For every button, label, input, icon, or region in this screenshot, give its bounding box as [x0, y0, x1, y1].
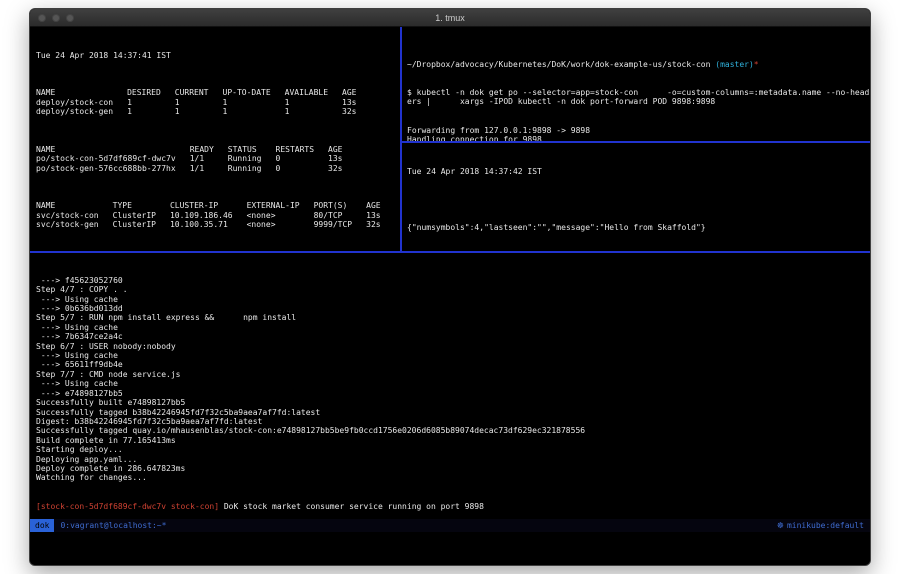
table-cell: deploy/stock-con: [36, 98, 127, 107]
table-header-cell: DESIRED: [127, 88, 175, 97]
table-cell: 1: [223, 107, 285, 116]
table-cell: 13s: [366, 211, 394, 220]
table-header-cell: AGE: [328, 145, 356, 154]
blank-line: [407, 195, 867, 204]
table-cell: 1: [223, 98, 285, 107]
terminal-window: 1. tmux Tue 24 Apr 2018 14:37:41 IST NAM…: [29, 8, 871, 566]
table-header-cell: AGE: [342, 88, 370, 97]
table-cell: ClusterIP: [113, 220, 170, 229]
table-cell: ClusterIP: [113, 211, 170, 220]
table-cell: 9999/TCP: [314, 220, 367, 229]
table-row: po/stock-con-5d7df689cf-dwc7v1/1Running0…: [36, 154, 356, 163]
status-right: ☸ minikube:default: [777, 519, 864, 532]
services-table: NAMETYPECLUSTER-IPEXTERNAL-IPPORT(S)AGEs…: [36, 201, 395, 229]
http-response: {"numsymbols":4,"lastseen":"","message":…: [407, 223, 867, 232]
table-cell: 0: [276, 154, 329, 163]
git-branch: (master): [710, 60, 753, 69]
table-header-row: NAMEDESIREDCURRENTUP-TO-DATEAVAILABLEAGE: [36, 88, 370, 97]
table-header-cell: TYPE: [113, 201, 170, 210]
table-cell: 1/1: [190, 164, 228, 173]
table-header-cell: CLUSTER-IP: [170, 201, 247, 210]
table-cell: 13s: [342, 98, 370, 107]
prompt-path: ~/Dropbox/advocacy/Kubernetes/DoK/work/d…: [407, 60, 710, 69]
port-forward-output: Forwarding from 127.0.0.1:9898 -> 9898 H…: [407, 126, 867, 141]
table-cell: po/stock-con-5d7df689cf-dwc7v: [36, 154, 190, 163]
session-name: dok: [30, 519, 54, 532]
timestamp: Tue 24 Apr 2018 14:37:42 IST: [407, 167, 867, 176]
log-line: [stock-con-5d7df689cf-dwc7v stock-con] D…: [36, 502, 864, 511]
table-cell: deploy/stock-gen: [36, 107, 127, 116]
table-header-cell: AVAILABLE: [285, 88, 342, 97]
table-cell: Running: [228, 164, 276, 173]
pane-curl-watch[interactable]: Tue 24 Apr 2018 14:37:42 IST {"numsymbol…: [402, 143, 870, 251]
table-cell: svc/stock-con: [36, 211, 113, 220]
terminal-content: Tue 24 Apr 2018 14:37:41 IST NAMEDESIRED…: [30, 27, 870, 566]
table-cell: svc/stock-gen: [36, 220, 113, 229]
zoom-button[interactable]: [66, 14, 74, 22]
table-row: deploy/stock-gen111132s: [36, 107, 370, 116]
table-cell: 1: [285, 107, 342, 116]
table-header-row: NAMEREADYSTATUSRESTARTSAGE: [36, 145, 356, 154]
pods-table: NAMEREADYSTATUSRESTARTSAGEpo/stock-con-5…: [36, 145, 356, 173]
table-cell: po/stock-gen-576cc688bb-277hx: [36, 164, 190, 173]
kubernetes-helm-icon: ☸: [777, 519, 784, 532]
close-button[interactable]: [38, 14, 46, 22]
pod-prefix: [stock-con-5d7df689cf-dwc7v stock-con]: [36, 502, 219, 511]
table-cell: 1: [127, 107, 175, 116]
command-text: $ kubectl -n dok get po --selector=app=s…: [407, 88, 867, 107]
table-cell: <none>: [247, 220, 314, 229]
table-header-cell: PORT(S): [314, 201, 367, 210]
pane-port-forward[interactable]: ~/Dropbox/advocacy/Kubernetes/DoK/work/d…: [402, 27, 870, 141]
table-cell: 32s: [328, 164, 356, 173]
table-cell: 1/1: [190, 154, 228, 163]
table-cell: 32s: [366, 220, 394, 229]
table-header-cell: CURRENT: [175, 88, 223, 97]
table-cell: 80/TCP: [314, 211, 367, 220]
table-cell: 10.109.186.46: [170, 211, 247, 220]
table-cell: 32s: [342, 107, 370, 116]
tmux-status-bar: dok 0:vagrant@localhost:~* ☸ minikube:de…: [30, 519, 870, 532]
window-titlebar[interactable]: 1. tmux: [30, 9, 870, 27]
table-header-cell: NAME: [36, 88, 127, 97]
table-cell: 1: [127, 98, 175, 107]
pane-kubectl-watch[interactable]: Tue 24 Apr 2018 14:37:41 IST NAMEDESIRED…: [30, 27, 400, 251]
window-label[interactable]: 0:vagrant@localhost:~*: [60, 519, 166, 532]
table-cell: Running: [228, 154, 276, 163]
table-header-cell: EXTERNAL-IP: [247, 201, 314, 210]
table-cell: 1: [285, 98, 342, 107]
timestamp: Tue 24 Apr 2018 14:37:41 IST: [36, 51, 394, 60]
table-header-cell: AGE: [366, 201, 394, 210]
table-cell: 1: [175, 98, 223, 107]
minimize-button[interactable]: [52, 14, 60, 22]
table-header-cell: NAME: [36, 145, 190, 154]
table-cell: 0: [276, 164, 329, 173]
table-row: svc/stock-genClusterIP10.100.35.71<none>…: [36, 220, 395, 229]
table-row: po/stock-gen-576cc688bb-277hx1/1Running0…: [36, 164, 356, 173]
table-header-cell: STATUS: [228, 145, 276, 154]
table-cell: <none>: [247, 211, 314, 220]
pane-skaffold[interactable]: ---> f45623052760 Step 4/7 : COPY . . --…: [30, 253, 870, 519]
shell-prompt: ~/Dropbox/advocacy/Kubernetes/DoK/work/d…: [407, 60, 867, 69]
table-header-row: NAMETYPECLUSTER-IPEXTERNAL-IPPORT(S)AGE: [36, 201, 395, 210]
table-cell: 13s: [328, 154, 356, 163]
build-output: ---> f45623052760 Step 4/7 : COPY . . --…: [36, 276, 864, 483]
table-header-cell: READY: [190, 145, 228, 154]
git-dirty-flag: *: [754, 60, 759, 69]
table-header-cell: NAME: [36, 201, 113, 210]
table-header-cell: UP-TO-DATE: [223, 88, 285, 97]
table-header-cell: RESTARTS: [276, 145, 329, 154]
log-message: DoK stock market consumer service runnin…: [219, 502, 484, 511]
kube-context: minikube:default: [787, 519, 864, 532]
deployments-table: NAMEDESIREDCURRENTUP-TO-DATEAVAILABLEAGE…: [36, 88, 370, 116]
table-row: deploy/stock-con111113s: [36, 98, 370, 107]
traffic-lights: [38, 14, 74, 22]
window-title: 1. tmux: [30, 13, 870, 23]
table-cell: 10.100.35.71: [170, 220, 247, 229]
table-cell: 1: [175, 107, 223, 116]
table-row: svc/stock-conClusterIP10.109.186.46<none…: [36, 211, 395, 220]
